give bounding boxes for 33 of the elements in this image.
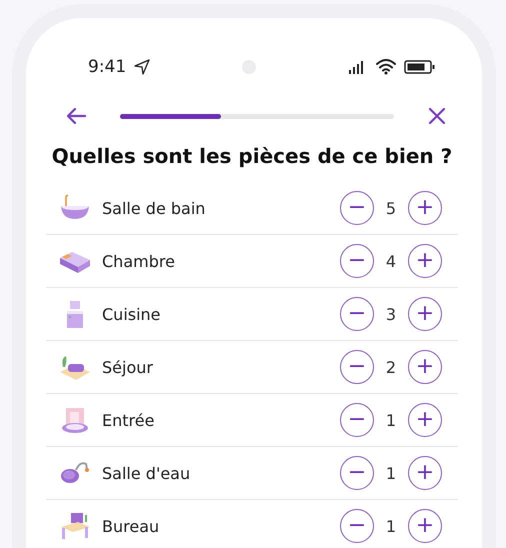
room-name: Chambre bbox=[102, 252, 176, 270]
room-count: 5 bbox=[384, 198, 398, 218]
decrement-button[interactable]: − bbox=[340, 456, 374, 490]
room-count: 2 bbox=[384, 358, 398, 376]
increment-button[interactable]: + bbox=[408, 350, 442, 384]
decrement-button[interactable]: − bbox=[340, 244, 374, 278]
decrement-button[interactable]: − bbox=[340, 297, 374, 331]
room-count: 3 bbox=[384, 304, 398, 324]
wifi-icon bbox=[376, 59, 396, 75]
increment-button[interactable]: + bbox=[408, 509, 442, 543]
decrement-button[interactable]: − bbox=[340, 403, 374, 437]
room-count: 1 bbox=[384, 516, 398, 536]
room-name: Bureau bbox=[102, 516, 160, 536]
room-name: Entrée bbox=[102, 410, 156, 430]
room-count: 1 bbox=[384, 410, 398, 430]
room-count: 4 bbox=[384, 252, 398, 270]
room-name: Séjour bbox=[102, 358, 154, 376]
decrement-button[interactable]: − bbox=[340, 509, 374, 543]
increment-button[interactable]: + bbox=[408, 403, 442, 437]
location-icon bbox=[134, 59, 150, 75]
status-time: 9:41 bbox=[88, 57, 126, 77]
increment-button[interactable]: + bbox=[408, 456, 442, 490]
increment-button[interactable]: + bbox=[408, 191, 442, 225]
decrement-button[interactable]: − bbox=[340, 350, 374, 384]
room-count: 1 bbox=[384, 464, 398, 482]
decrement-button[interactable]: − bbox=[340, 191, 374, 225]
room-name: Cuisine bbox=[102, 304, 162, 324]
question-title: Quelles sont les pièces de ce bien ? bbox=[50, 144, 454, 168]
room-name: Salle de bain bbox=[102, 198, 206, 218]
increment-button[interactable]: + bbox=[408, 297, 442, 331]
room-name: Salle d'eau bbox=[102, 464, 192, 482]
increment-button[interactable]: + bbox=[408, 244, 442, 278]
battery-icon bbox=[404, 59, 436, 75]
